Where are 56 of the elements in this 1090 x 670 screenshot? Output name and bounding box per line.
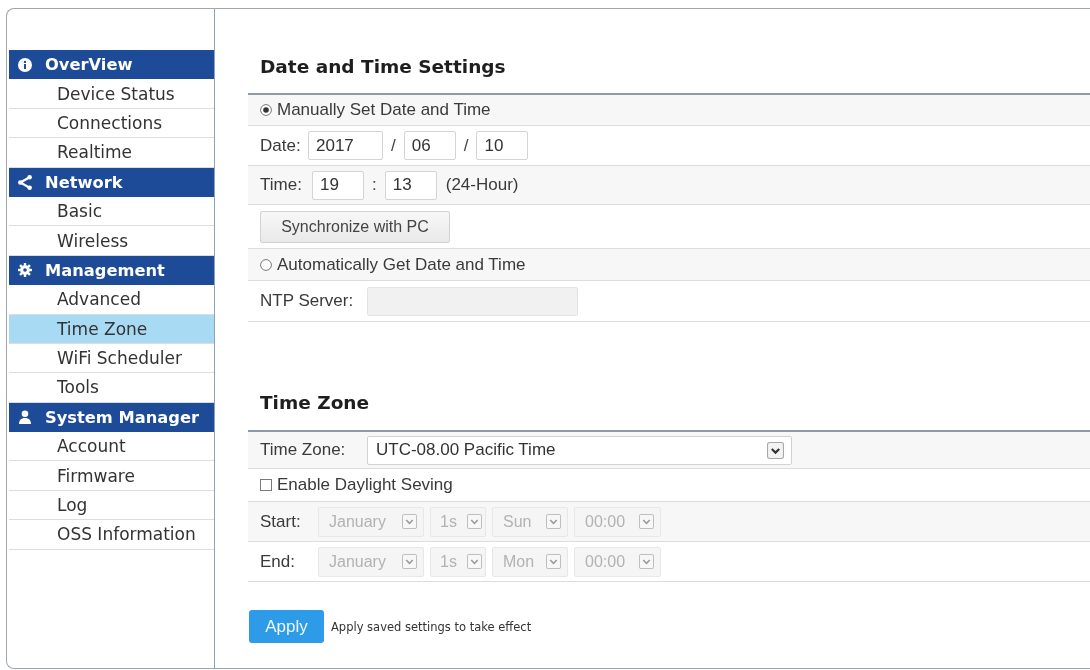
separator-text: / — [391, 135, 396, 156]
sidebar-item[interactable]: Firmware — [9, 461, 214, 491]
sidebar-item[interactable]: Basic — [9, 196, 214, 227]
date-field[interactable]: 06 — [403, 131, 456, 160]
separator-text: : — [372, 175, 377, 195]
sync-button[interactable]: Synchronize with PC — [260, 211, 450, 243]
caret-icon — [467, 514, 482, 529]
time-field[interactable]: 13 — [384, 170, 437, 200]
sidebar-section-header[interactable]: Network — [9, 167, 214, 197]
caret-icon — [402, 514, 417, 529]
sidebar-item[interactable]: Time Zone — [9, 314, 214, 344]
sidebar-item[interactable]: Wireless — [9, 226, 214, 256]
time-field[interactable]: 19 — [312, 170, 364, 200]
radio-button[interactable] — [260, 104, 272, 116]
field-label: End: — [260, 551, 296, 572]
section-title: Date and Time Settings — [260, 55, 506, 79]
date-field[interactable]: 2017 — [308, 131, 383, 160]
sidebar-section-header[interactable]: Management — [9, 255, 214, 286]
sidebar-item[interactable]: WiFi Scheduler — [9, 343, 214, 374]
caret-icon — [546, 554, 561, 569]
separator-text: / — [463, 135, 469, 156]
date-field[interactable]: 10 — [476, 131, 529, 160]
sidebar-item[interactable]: Tools — [9, 373, 214, 403]
format-note: (24-Hour) — [445, 175, 519, 195]
time-zone-dropdown[interactable]: UTC-08.00 Pacific Time — [367, 435, 792, 465]
sidebar-item[interactable]: Advanced — [9, 285, 214, 315]
sidebar-item[interactable]: OSS Information — [9, 520, 214, 550]
person-icon — [18, 410, 32, 425]
sidebar-item[interactable]: Connections — [9, 108, 214, 139]
sidebar-item[interactable]: Log — [9, 490, 214, 521]
sidebar-item[interactable]: Device Status — [9, 79, 214, 109]
share-icon — [18, 174, 32, 190]
field-label: NTP Server: — [260, 291, 355, 311]
info-icon — [18, 57, 32, 72]
apply-note: Apply saved settings to take effect — [331, 619, 532, 634]
gear-icon — [18, 263, 32, 278]
section-title: Time Zone — [260, 391, 370, 415]
field-label: Start: — [260, 511, 302, 532]
field-label: Time: — [260, 175, 303, 195]
caret-icon — [402, 554, 417, 569]
checkbox[interactable] — [260, 479, 272, 491]
field-label: Time Zone: — [260, 440, 347, 460]
caret-icon — [546, 514, 561, 529]
caret-icon — [467, 554, 482, 569]
radio-label[interactable]: Manually Set Date and Time — [277, 100, 491, 120]
checkbox-label[interactable]: Enable Daylight Seving — [277, 475, 453, 495]
sidebar-section-header[interactable]: System Manager — [9, 402, 214, 433]
radio-label[interactable]: Automatically Get Date and Time — [277, 254, 526, 275]
caret-icon — [639, 554, 654, 569]
field-label: Date: — [260, 135, 302, 156]
caret-icon — [639, 514, 654, 529]
sidebar-item[interactable]: Realtime — [9, 138, 214, 168]
radio-button[interactable] — [260, 258, 272, 271]
caret-icon — [767, 441, 784, 459]
sidebar-section-header[interactable]: OverView — [9, 50, 214, 80]
sidebar-item[interactable]: Account — [9, 432, 214, 462]
